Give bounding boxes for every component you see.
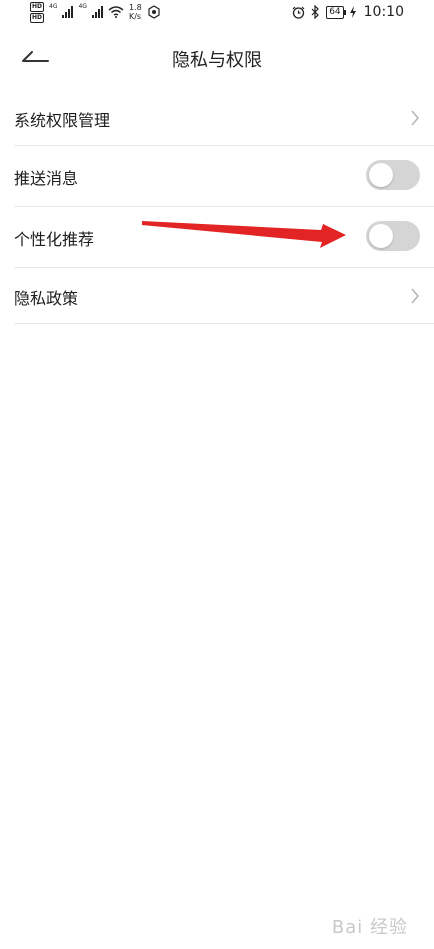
signal-icon [91,6,103,18]
network-speed: 1.8 K/s [129,3,142,21]
watermark: Bai 经验 [332,913,408,939]
network-type: 4G [78,3,87,10]
speed-unit: K/s [128,12,142,21]
signal-icon [62,6,74,18]
status-left: HD HD 4G 4G 1.8 K/s [30,0,161,24]
network-type: 4G [49,3,58,10]
bluetooth-icon [311,5,320,19]
personalized-recommendation-toggle[interactable] [366,221,420,251]
hd-indicators: HD HD [30,1,45,23]
alarm-icon [292,6,305,19]
row-label: 个性化推荐 [14,230,95,249]
charging-icon [349,6,356,18]
push-messages-row[interactable]: 推送消息 [14,146,434,207]
speed-value: 1.8 [128,3,142,12]
row-label: 隐私政策 [14,289,79,308]
hd-badge: HD [30,1,45,12]
page-title: 隐私与权限 [172,50,262,71]
push-messages-toggle[interactable] [366,160,420,190]
watermark-logo: Bai 经验 [331,917,408,938]
app-notification-icon [148,5,160,19]
privacy-policy-row[interactable]: 隐私政策 [14,268,434,324]
toggle-knob [369,224,393,248]
status-bar: HD HD 4G 4G 1.8 K/s 64 10:10 [0,0,434,24]
chevron-right-icon [411,288,419,304]
hd-badge: HD [30,12,45,23]
settings-list: 系统权限管理 推送消息 个性化推荐 隐私政策 [14,90,434,324]
system-permissions-row[interactable]: 系统权限管理 [14,90,434,146]
toggle-knob [369,163,393,187]
wifi-icon [108,6,124,18]
chevron-right-icon [411,110,419,126]
status-right: 64 10:10 [292,0,404,24]
row-label: 系统权限管理 [14,111,111,130]
header: 隐私与权限 [0,38,434,78]
clock: 10:10 [363,4,404,20]
personalized-recommendation-row[interactable]: 个性化推荐 [14,207,434,268]
row-label: 推送消息 [14,169,79,188]
battery-indicator: 64 [326,5,347,19]
